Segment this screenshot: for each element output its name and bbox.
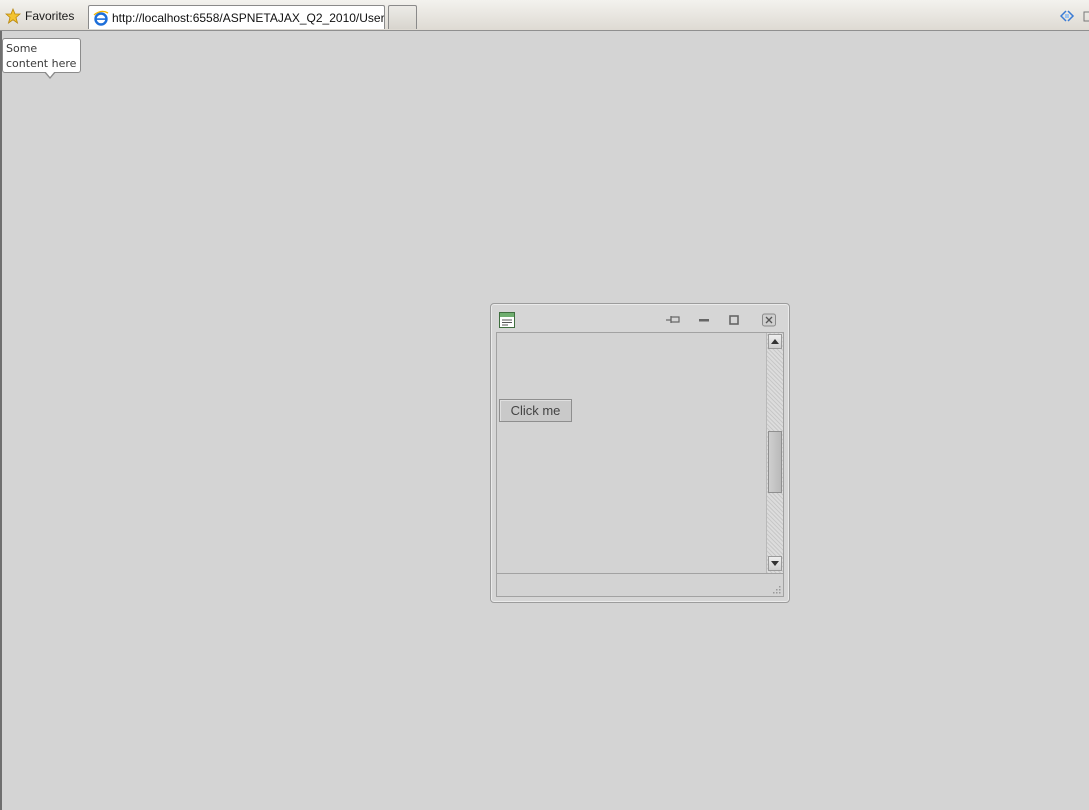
window-icon — [499, 312, 515, 328]
scroll-up-button[interactable] — [768, 334, 782, 349]
window-content: Click me — [496, 332, 784, 574]
browser-tab[interactable]: http://localhost:6558/ASPNETAJAX_Q2_2010… — [88, 5, 385, 29]
pin-icon[interactable] — [665, 312, 681, 328]
arrow-down-icon — [771, 561, 779, 566]
window-status-bar — [496, 574, 784, 597]
suggested-sites-icon[interactable] — [1060, 9, 1089, 23]
tooltip-arrow-inner — [45, 71, 55, 77]
new-tab-button[interactable] — [388, 5, 417, 29]
tab-title: http://localhost:6558/ASPNETAJAX_Q2_2010… — [112, 10, 384, 25]
favorites-button[interactable]: Favorites — [2, 5, 77, 27]
arrow-up-icon — [771, 339, 779, 344]
ie-icon — [93, 10, 109, 26]
scroll-down-button[interactable] — [768, 556, 782, 571]
favorites-label: Favorites — [25, 9, 75, 23]
click-me-button[interactable]: Click me — [499, 399, 572, 422]
close-icon[interactable] — [761, 312, 777, 328]
maximize-icon[interactable] — [726, 312, 742, 328]
rad-window: Click me — [490, 303, 790, 603]
vertical-scrollbar[interactable] — [766, 333, 783, 573]
minimize-icon[interactable] — [696, 312, 712, 328]
tooltip: Some content here — [2, 38, 81, 73]
resize-grip-icon[interactable] — [772, 585, 781, 594]
scroll-thumb[interactable] — [768, 431, 782, 493]
tooltip-text: Some content here — [6, 42, 77, 70]
browser-toolbar: Favorites http://localhost:6558/ASPNETAJ… — [0, 0, 1089, 31]
page-left-border — [0, 31, 2, 810]
star-icon — [5, 8, 21, 24]
